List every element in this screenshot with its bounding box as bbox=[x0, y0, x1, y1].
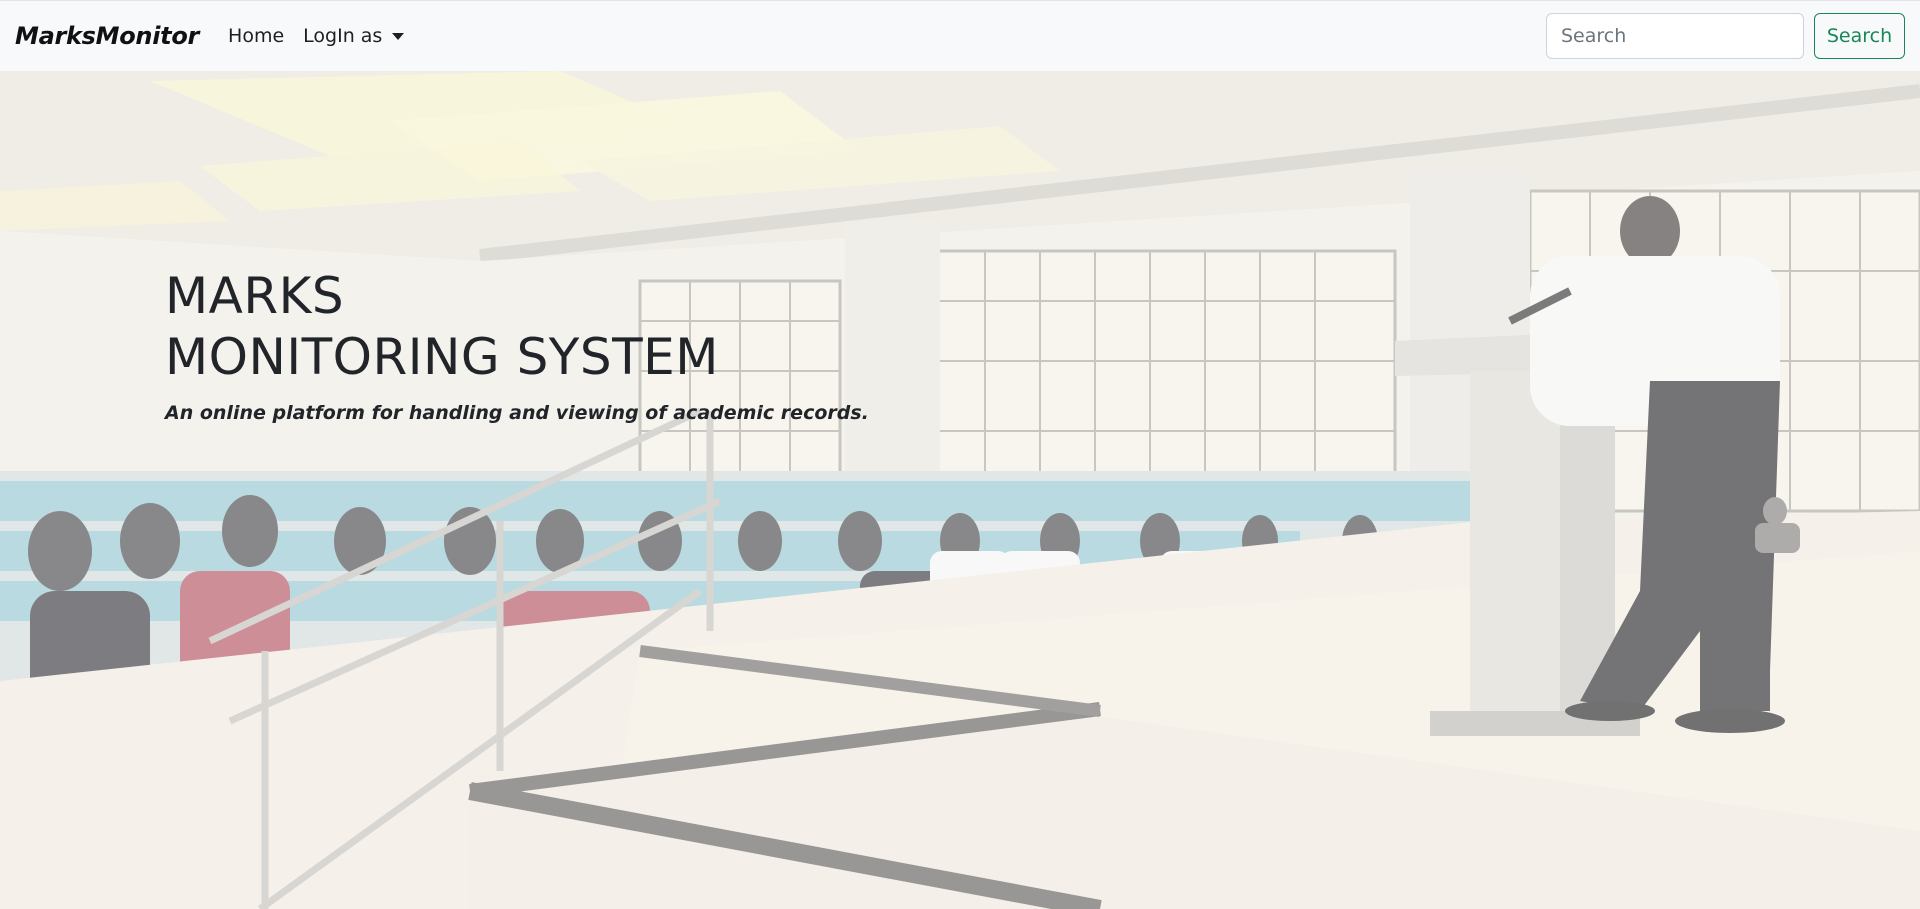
hero-subtitle: An online platform for handling and view… bbox=[165, 402, 869, 424]
hero-banner: MARKS MONITORING SYSTEM An online platfo… bbox=[0, 71, 1920, 909]
hero-title-line-2: MONITORING SYSTEM bbox=[165, 328, 719, 386]
search-input[interactable] bbox=[1546, 13, 1804, 59]
login-dropdown-label: LogIn as bbox=[303, 25, 383, 47]
hero-image-overlay bbox=[0, 71, 1920, 909]
hero-text-block: MARKS MONITORING SYSTEM An online platfo… bbox=[165, 266, 869, 424]
hero-title: MARKS MONITORING SYSTEM bbox=[165, 266, 869, 388]
nav-login-dropdown[interactable]: LogIn as bbox=[303, 25, 405, 47]
nav-home-link[interactable]: Home bbox=[228, 25, 284, 47]
top-navbar: MarksMonitor Home LogIn as Search bbox=[0, 0, 1920, 71]
caret-down-icon bbox=[392, 33, 405, 40]
hero-title-line-1: MARKS bbox=[165, 267, 345, 325]
search-button[interactable]: Search bbox=[1814, 13, 1905, 59]
brand-logo-text[interactable]: MarksMonitor bbox=[15, 22, 199, 50]
